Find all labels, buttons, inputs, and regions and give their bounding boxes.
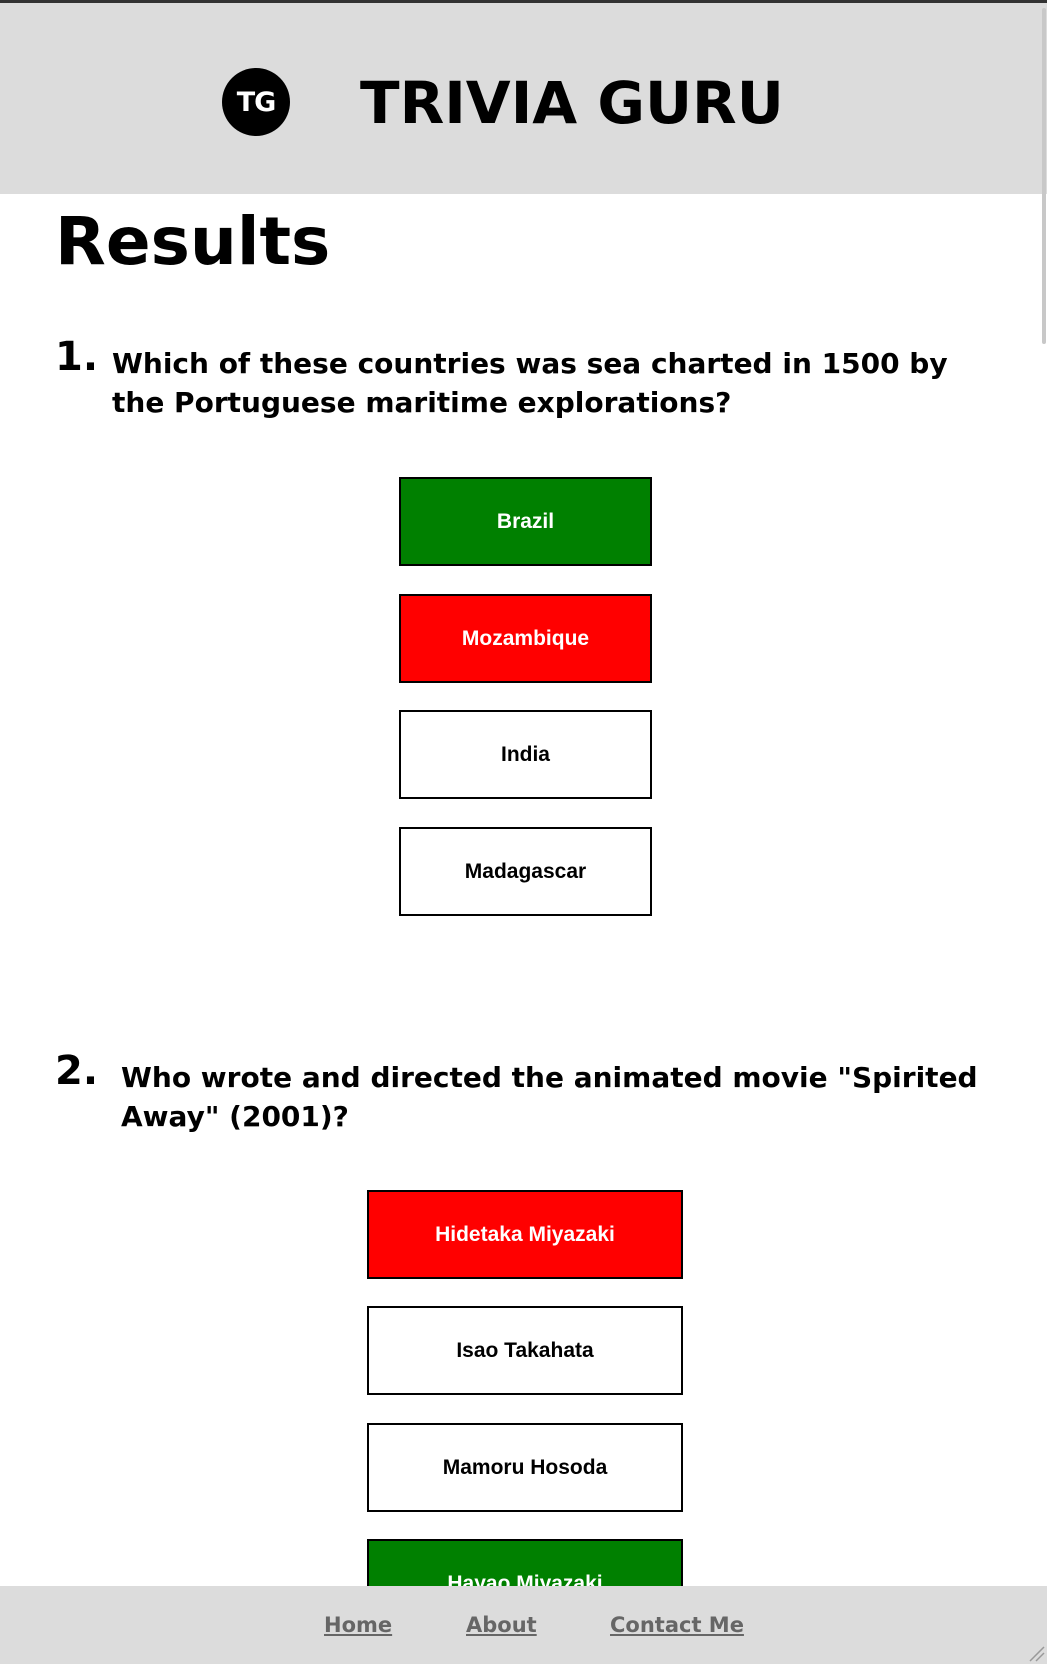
- site-footer: Home About Contact Me: [0, 1586, 1047, 1664]
- question-2: 2. Who wrote and directed the animated m…: [55, 1048, 995, 1138]
- page: TG TRIVIA GURU Results 1. Which of these…: [0, 0, 1047, 1664]
- resize-grip-icon[interactable]: [1027, 1644, 1045, 1662]
- question-text: Which of these countries was sea charted…: [112, 347, 948, 419]
- question-1: 1. Which of these countries was sea char…: [55, 334, 995, 424]
- scrollbar-thumb[interactable]: [1042, 8, 1046, 344]
- answer-button[interactable]: Mozambique: [399, 594, 652, 683]
- footer-link-contact[interactable]: Contact Me: [610, 1612, 744, 1638]
- site-title: TRIVIA GURU: [360, 69, 784, 137]
- logo-badge[interactable]: TG: [222, 68, 290, 136]
- site-header: TG TRIVIA GURU: [0, 3, 1047, 194]
- question-number: 2.: [55, 1048, 99, 1094]
- question-number: 1.: [55, 334, 99, 380]
- footer-link-home[interactable]: Home: [324, 1612, 392, 1638]
- footer-link-about[interactable]: About: [466, 1612, 537, 1638]
- answer-button[interactable]: Hidetaka Miyazaki: [367, 1190, 683, 1279]
- answer-button[interactable]: Brazil: [399, 477, 652, 566]
- answer-button[interactable]: Madagascar: [399, 827, 652, 916]
- page-title: Results: [55, 203, 331, 280]
- answer-button[interactable]: Mamoru Hosoda: [367, 1423, 683, 1512]
- question-text: Who wrote and directed the animated movi…: [121, 1061, 978, 1133]
- answer-button[interactable]: India: [399, 710, 652, 799]
- answer-button[interactable]: Isao Takahata: [367, 1306, 683, 1395]
